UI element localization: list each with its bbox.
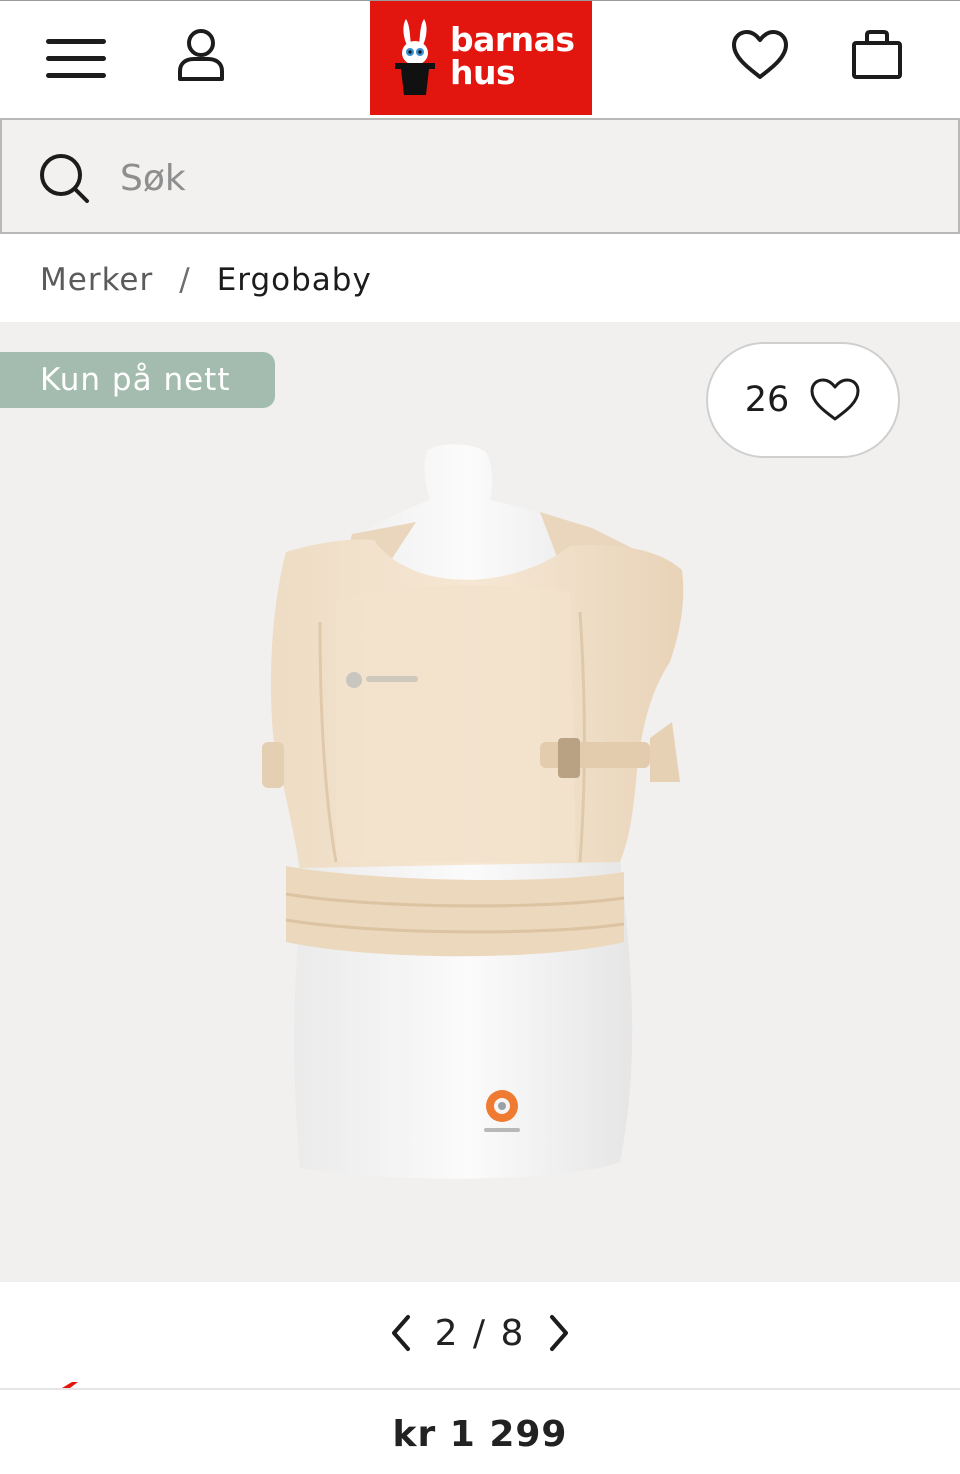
favorite-count: 26 [744,380,790,420]
breadcrumb-item-merker[interactable]: Merker [40,262,153,298]
current-image-index: 2 [434,1312,460,1354]
image-counter-separator: / [472,1312,488,1354]
breadcrumb-separator: / [179,262,191,298]
user-icon [178,29,224,81]
product-image [262,444,684,1179]
heart-icon [810,378,860,421]
breadcrumb-item-ergobaby: Ergobaby [216,262,372,298]
cart-button[interactable] [844,23,910,87]
wishlist-button[interactable] [726,23,794,87]
product-gallery[interactable]: Kun på nett 26 [0,322,960,1282]
bag-icon [852,30,902,79]
chevron-left-icon [391,1315,410,1351]
menu-button[interactable] [40,31,112,87]
favorite-button[interactable]: 26 [706,342,900,458]
chevron-right-icon [550,1315,569,1351]
search-input[interactable] [120,148,900,208]
logo-text: barnas hus [450,23,575,89]
site-header: barnas hus [0,0,960,116]
logo-line2: hus [450,53,516,92]
menu-icon [46,39,106,78]
online-only-badge: Kun på nett [0,352,275,408]
breadcrumb: Merker / Ergobaby [40,256,372,304]
search-bar [0,118,960,234]
product-price: kr 1 299 [392,1414,568,1455]
divider [0,1388,960,1390]
image-counter: 2 / 8 [435,1313,526,1354]
previous-image-button[interactable] [381,1308,421,1358]
heart-icon [732,30,788,79]
total-images: 8 [500,1312,526,1354]
account-button[interactable] [170,23,232,87]
next-image-button[interactable] [539,1308,579,1358]
logo-line1: barnas [450,20,575,59]
search-icon[interactable] [38,152,90,204]
logo[interactable]: barnas hus [370,1,592,115]
gallery-pager: 2 / 8 [0,1290,960,1376]
bunny-logo-icon [395,19,435,95]
